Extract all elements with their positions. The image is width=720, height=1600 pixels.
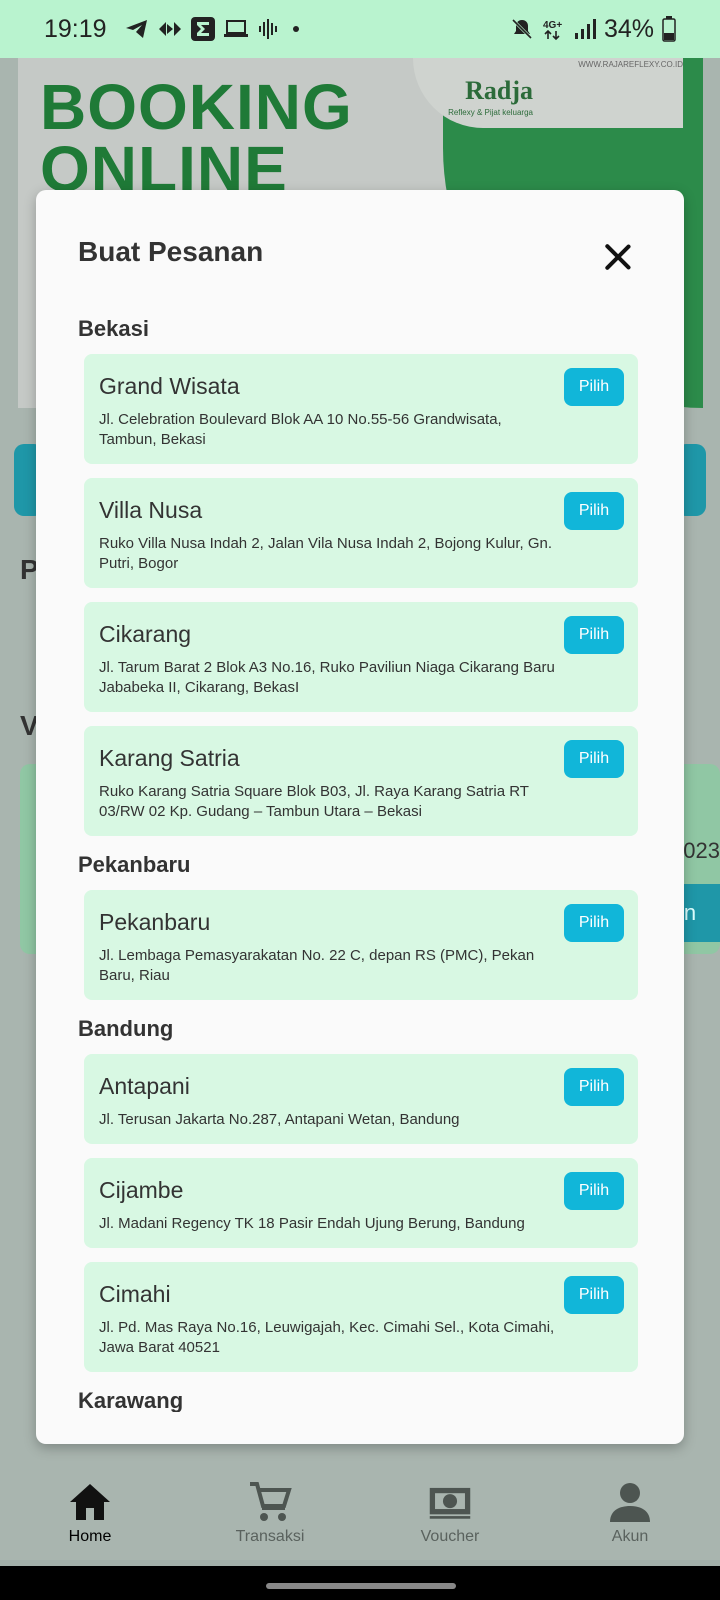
branch-card: Villa Nusa Ruko Villa Nusa Indah 2, Jala… xyxy=(84,478,638,588)
branch-name: Karang Satria xyxy=(99,745,240,771)
branch-address: Ruko Villa Nusa Indah 2, Jalan Vila Nusa… xyxy=(99,535,553,572)
branch-card: Cimahi Jl. Pd. Mas Raya No.16, Leuwigaja… xyxy=(84,1262,638,1372)
bottom-nav: Home Transaksi Voucher Akun xyxy=(0,1480,720,1564)
region-title: Bandung xyxy=(78,1016,174,1041)
pilih-button[interactable]: Pilih xyxy=(564,1068,624,1106)
pilih-button[interactable]: Pilih xyxy=(564,1172,624,1210)
money-icon xyxy=(429,1487,471,1519)
battery-icon xyxy=(662,16,676,42)
branch-name: Cikarang xyxy=(99,621,192,647)
banner-logo-sub: Reflexy & Pijat keluarga xyxy=(448,108,533,117)
nav-label: Transaksi xyxy=(235,1528,305,1545)
nav-label: Akun xyxy=(611,1528,649,1545)
banner-logo: Radja xyxy=(465,76,533,105)
order-modal: Buat Pesanan Bekasi Grand Wisata Jl. Cel… xyxy=(36,190,684,1444)
branch-card: Antapani Jl. Terusan Jakarta No.287, Ant… xyxy=(84,1054,638,1144)
branch-name: Pekanbaru xyxy=(99,909,211,935)
banner-url: WWW.RAJAREFLEXY.CO.ID xyxy=(578,60,683,69)
branch-name: Cijambe xyxy=(99,1177,184,1203)
branch-address: Jl. Tarum Barat 2 Blok A3 No.16, Ruko Pa… xyxy=(99,659,555,696)
region-bekasi: Bekasi Grand Wisata Jl. Celebration Boul… xyxy=(78,314,648,836)
status-left: 19:19 xyxy=(44,15,303,44)
region-title: Karawang xyxy=(78,1388,184,1412)
nav-label: Home xyxy=(68,1528,112,1545)
svg-text:4G+: 4G+ xyxy=(543,20,562,31)
nav-home[interactable]: Home xyxy=(0,1480,180,1564)
branch-name: Villa Nusa xyxy=(99,497,203,523)
region-pekanbaru: Pekanbaru Pekanbaru Jl. Lembaga Pemasyar… xyxy=(78,850,648,1000)
branch-card: Cikarang Jl. Tarum Barat 2 Blok A3 No.16… xyxy=(84,602,638,712)
branch-address: Ruko Karang Satria Square Blok B03, Jl. … xyxy=(99,783,529,820)
pilih-button[interactable]: Pilih xyxy=(564,492,624,530)
branch-address: Jl. Lembaga Pemasyarakatan No. 22 C, dep… xyxy=(99,947,535,984)
region-bandung: Bandung Antapani Jl. Terusan Jakarta No.… xyxy=(78,1014,648,1372)
sigma-icon xyxy=(190,17,215,41)
cart-icon xyxy=(250,1482,292,1521)
close-icon[interactable] xyxy=(600,238,636,274)
branch-list[interactable]: Bekasi Grand Wisata Jl. Celebration Boul… xyxy=(78,304,648,1412)
banner-title-line1: BOOKING xyxy=(40,71,353,143)
branch-address: Jl. Pd. Mas Raya No.16, Leuwigajah, Kec.… xyxy=(99,1319,555,1356)
region-title: Bekasi xyxy=(78,316,149,341)
branch-name: Grand Wisata xyxy=(99,373,240,399)
battery-percent: 34% xyxy=(603,14,654,43)
voice-wave-icon xyxy=(257,18,281,40)
status-right: 4G+ 34% xyxy=(510,15,676,44)
home-icon xyxy=(70,1484,110,1520)
dot-icon xyxy=(289,18,303,40)
branch-address: Jl. Terusan Jakarta No.287, Antapani Wet… xyxy=(99,1111,460,1128)
person-icon xyxy=(610,1483,650,1522)
modal-title: Buat Pesanan xyxy=(78,236,264,267)
pilih-button[interactable]: Pilih xyxy=(564,368,624,406)
nav-transaksi[interactable]: Transaksi xyxy=(180,1480,360,1564)
pilih-button[interactable]: Pilih xyxy=(564,1276,624,1314)
signal-icon xyxy=(574,18,596,40)
gesture-pill[interactable] xyxy=(266,1583,456,1589)
nav-label: Voucher xyxy=(420,1528,480,1545)
pilih-button[interactable]: Pilih xyxy=(564,616,624,654)
pilih-button[interactable]: Pilih xyxy=(564,904,624,942)
status-bar: 19:19 4G+ 34% xyxy=(0,0,720,58)
region-title: Pekanbaru xyxy=(78,852,191,877)
branch-name: Cimahi xyxy=(99,1281,171,1307)
branch-card: Pekanbaru Jl. Lembaga Pemasyarakatan No.… xyxy=(84,890,638,1000)
branch-card: Cijambe Jl. Madani Regency TK 18 Pasir E… xyxy=(84,1158,638,1248)
nav-voucher[interactable]: Voucher xyxy=(360,1480,540,1564)
banner-title: BOOKING ONLINE xyxy=(40,71,353,201)
4g-icon: 4G+ xyxy=(542,17,566,41)
status-time: 19:19 xyxy=(44,14,107,43)
telegram-icon xyxy=(125,18,149,40)
branch-address: Jl. Madani Regency TK 18 Pasir Endah Uju… xyxy=(99,1215,525,1232)
branch-card: Karang Satria Ruko Karang Satria Square … xyxy=(84,726,638,836)
mute-icon xyxy=(510,17,534,41)
region-karawang: Karawang xyxy=(78,1386,648,1412)
laptop-icon xyxy=(223,18,249,40)
pilih-button[interactable]: Pilih xyxy=(564,740,624,778)
branch-name: Antapani xyxy=(99,1073,190,1099)
diamond-arrows-icon xyxy=(157,18,183,40)
branch-address: Jl. Celebration Boulevard Blok AA 10 No.… xyxy=(99,411,502,448)
nav-akun[interactable]: Akun xyxy=(540,1480,720,1564)
branch-card: Grand Wisata Jl. Celebration Boulevard B… xyxy=(84,354,638,464)
bg-card-text: 023 xyxy=(683,838,720,863)
